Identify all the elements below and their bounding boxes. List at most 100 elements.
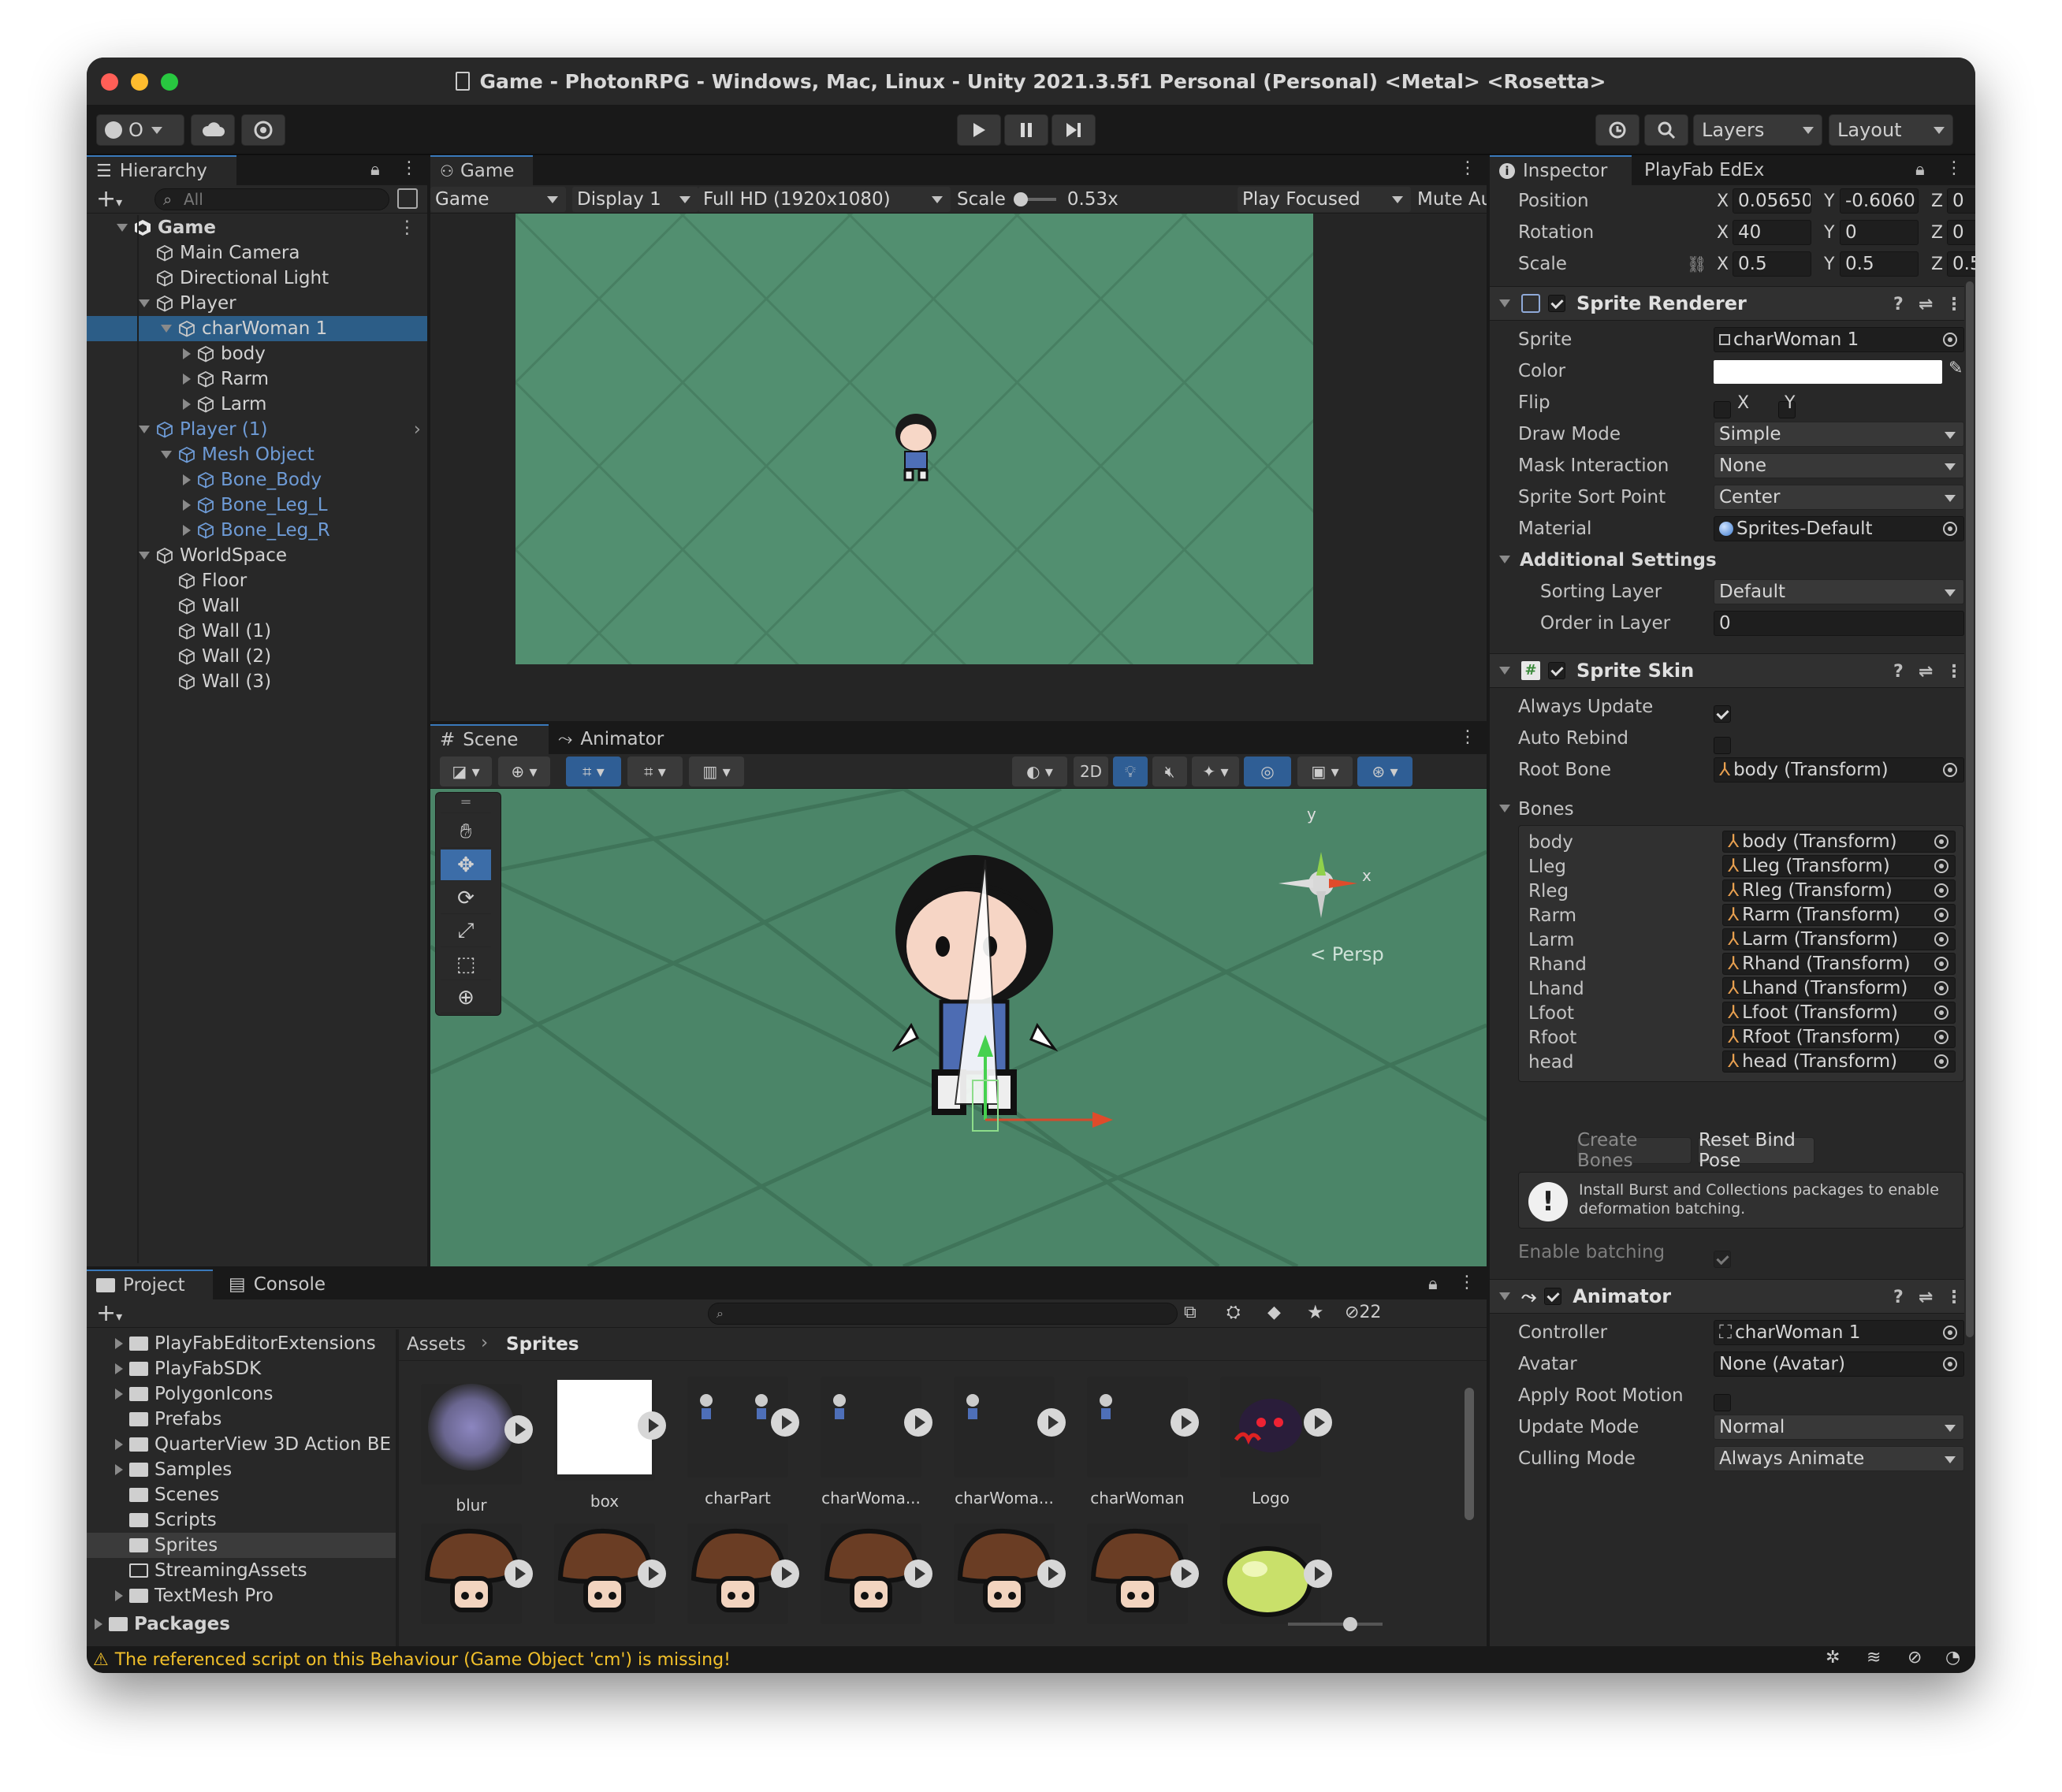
history-icon[interactable] <box>1595 114 1640 146</box>
scale-z-field[interactable]: 0.5 <box>1947 251 1975 277</box>
asset-item[interactable]: charWoman <box>1082 1377 1199 1508</box>
tag-icon[interactable]: ◆ <box>1267 1303 1281 1322</box>
game-viewport[interactable] <box>430 214 1487 721</box>
tab-playfab-edex[interactable]: PlayFab EdEx <box>1635 155 1777 185</box>
additional-settings-foldout[interactable]: Additional Settings <box>1490 545 1964 576</box>
lighting-icon[interactable]: 💡︎ <box>1113 757 1148 786</box>
bone-transform-field[interactable]: ⅄ body (Transform) <box>1722 831 1956 853</box>
tab-inspector[interactable]: i Inspector <box>1490 155 1632 185</box>
expand-arrow-icon[interactable] <box>115 1590 123 1601</box>
foldout-arrow[interactable] <box>1499 299 1510 307</box>
eyedropper-icon[interactable]: ✎ <box>1948 359 1963 378</box>
project-folder[interactable]: PolygonIcons <box>87 1381 396 1407</box>
component-menu-icon[interactable]: ⋮ <box>1945 1288 1963 1307</box>
sorting-layer-dropdown[interactable]: Default <box>1714 579 1964 604</box>
object-picker-icon[interactable] <box>1934 883 1948 898</box>
project-folder[interactable]: Scripts <box>87 1508 396 1533</box>
project-folder[interactable]: Scenes <box>87 1482 396 1508</box>
asset-item[interactable] <box>816 1523 932 1624</box>
position-z-field[interactable]: 0 <box>1947 188 1975 214</box>
bone-transform-field[interactable]: ⅄ Lfoot (Transform) <box>1722 1002 1956 1024</box>
root-bone-field[interactable]: ⅄ body (Transform) <box>1714 757 1964 783</box>
more-menu-icon[interactable]: ⋮ <box>1458 1273 1476 1292</box>
expand-arrow-icon[interactable] <box>115 1338 123 1349</box>
expand-arrow-icon[interactable] <box>161 451 172 459</box>
hand-tool-icon[interactable]: ✋︎ <box>441 816 491 848</box>
expand-sprite-icon[interactable] <box>1171 1560 1199 1588</box>
expand-sprite-icon[interactable] <box>1171 1408 1199 1437</box>
resolution-dropdown[interactable]: Full HD (1920x1080) <box>698 187 951 212</box>
more-menu-icon[interactable]: ⋮ <box>400 158 418 178</box>
palette-handle[interactable]: ═ <box>441 793 491 813</box>
sprite-sort-point-dropdown[interactable]: Center <box>1714 485 1964 510</box>
asset-item[interactable] <box>416 1523 533 1624</box>
avatar-field[interactable]: None (Avatar) <box>1714 1351 1964 1377</box>
object-picker-icon[interactable] <box>1934 957 1948 971</box>
preset-icon[interactable]: ⇌ <box>1919 662 1933 682</box>
collapse-arrow-icon[interactable] <box>183 500 191 511</box>
cloud-icon[interactable] <box>191 114 235 146</box>
material-field[interactable]: Sprites-Default <box>1714 516 1964 541</box>
asset-item[interactable] <box>949 1523 1066 1624</box>
asset-item[interactable]: charWoma... <box>949 1377 1066 1508</box>
project-folder[interactable]: PlayFabSDK <box>87 1356 396 1381</box>
hidden-objects-icon[interactable]: ◎ <box>1244 757 1291 786</box>
more-menu-icon[interactable]: ⋮ <box>1459 158 1476 178</box>
asset-item[interactable] <box>549 1523 666 1624</box>
sprite-field[interactable]: charWoman 1 <box>1714 327 1964 352</box>
sprite-skin-header[interactable]: # Sprite Skin ? ⇌ ⋮ <box>1490 653 1964 688</box>
object-picker-icon[interactable] <box>1934 859 1948 873</box>
tab-scene[interactable]: # Scene <box>430 724 549 754</box>
asset-item[interactable] <box>1082 1523 1199 1624</box>
sprite-renderer-enabled-checkbox[interactable] <box>1548 295 1565 312</box>
more-menu-icon[interactable]: ⋮ <box>1945 158 1963 178</box>
hidden-count[interactable]: ⊘22 <box>1345 1303 1381 1322</box>
bone-transform-field[interactable]: ⅄ Rhand (Transform) <box>1722 953 1956 975</box>
project-folder[interactable]: StreamingAssets <box>87 1558 396 1583</box>
animator-header[interactable]: ⤳ Animator ? ⇌ ⋮ <box>1490 1279 1964 1314</box>
expand-arrow-icon[interactable] <box>115 1439 123 1450</box>
bone-transform-field[interactable]: ⅄ head (Transform) <box>1722 1050 1956 1073</box>
foldout-arrow[interactable] <box>1499 667 1510 675</box>
expand-arrow-icon[interactable] <box>115 1389 123 1400</box>
expand-sprite-icon[interactable] <box>638 1411 666 1440</box>
update-mode-dropdown[interactable]: Normal <box>1714 1415 1964 1440</box>
asset-item[interactable]: charPart <box>683 1377 799 1508</box>
project-folder[interactable]: Sprites <box>87 1533 396 1558</box>
expand-sprite-icon[interactable] <box>1304 1560 1332 1588</box>
order-in-layer-field[interactable]: 0 <box>1714 611 1964 636</box>
expand-arrow-icon[interactable] <box>95 1619 102 1630</box>
expand-arrow-icon[interactable] <box>139 299 150 307</box>
animator-enabled-checkbox[interactable] <box>1544 1288 1562 1305</box>
object-picker-icon[interactable] <box>1934 1030 1948 1044</box>
packages-folder[interactable]: Packages <box>87 1612 396 1637</box>
rotation-x-field[interactable]: 40 <box>1733 220 1811 245</box>
2d-toggle-button[interactable]: 2D <box>1074 757 1108 786</box>
progress-icon[interactable]: ◔ <box>1945 1648 1960 1667</box>
prefab-open-icon[interactable]: › <box>414 419 421 440</box>
global-icon[interactable]: ⊕ ▾ <box>498 757 550 786</box>
expand-arrow-icon[interactable] <box>161 325 172 333</box>
object-picker-icon[interactable] <box>1934 981 1948 995</box>
expand-arrow-icon[interactable] <box>117 224 128 232</box>
rotate-tool-icon[interactable]: ⟳ <box>441 883 491 914</box>
more-menu-icon[interactable]: ⋮ <box>1459 727 1476 747</box>
scene-viewport[interactable]: y x < Persp ═ ✋︎ ✥ ⟳ ⤢ ⬚ ⊕ <box>430 789 1487 1266</box>
close-window-button[interactable] <box>101 73 118 91</box>
object-picker-icon[interactable] <box>1934 835 1948 849</box>
asset-item[interactable]: charWoma... <box>816 1377 932 1508</box>
add-icon[interactable]: +▾ <box>96 1299 122 1327</box>
collapse-arrow-icon[interactable] <box>183 474 191 485</box>
rect-tool-icon[interactable]: ⬚ <box>441 949 491 980</box>
create-bones-button[interactable]: Create Bones <box>1576 1130 1692 1171</box>
camera-icon[interactable]: ▣ ▾ <box>1297 757 1353 786</box>
expand-sprite-icon[interactable] <box>504 1415 533 1444</box>
snap-increment-icon[interactable]: ⌗ ▾ <box>627 757 683 786</box>
account-dropdown[interactable]: O <box>96 114 184 146</box>
search-icon[interactable] <box>1644 114 1688 146</box>
thumbnail-size-slider[interactable] <box>1288 1617 1383 1631</box>
hierarchy-search-input[interactable]: ⌕ All <box>154 188 389 210</box>
lock-icon[interactable]: 🔒︎ <box>370 160 380 180</box>
collapse-arrow-icon[interactable] <box>183 525 191 536</box>
culling-mode-dropdown[interactable]: Always Animate <box>1714 1446 1964 1471</box>
